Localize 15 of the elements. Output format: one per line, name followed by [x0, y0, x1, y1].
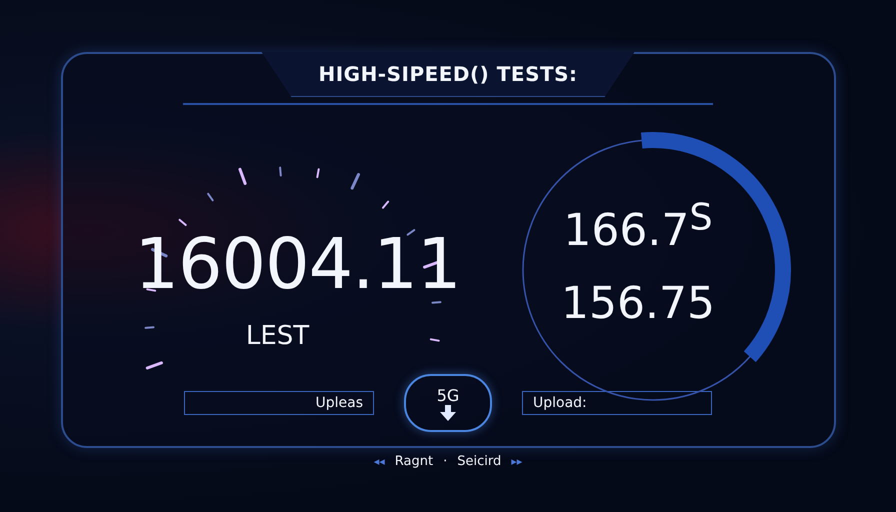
upper-value: 166.7$^{S}$: [563, 195, 713, 256]
network-label: 5G: [436, 386, 460, 404]
lower-value: 156.75: [561, 278, 715, 329]
footer-left-text: Ragnt: [394, 454, 434, 469]
gauge-label: LEST: [246, 321, 310, 351]
separator-dot: ·: [443, 454, 448, 469]
right-label-box: Upload:: [522, 391, 712, 415]
network-badge[interactable]: 5G: [404, 374, 492, 432]
previous-arrows[interactable]: ◂◂: [374, 455, 385, 468]
footer-right-text: Seicird: [457, 454, 502, 469]
title: HIGH-SIPEED() TESTS:: [261, 52, 635, 97]
left-label-box: Upleas: [184, 391, 374, 415]
next-arrows[interactable]: ▸▸: [511, 455, 522, 468]
speed-value: 16004.11: [134, 223, 460, 305]
down-arrow-icon: [439, 404, 457, 420]
